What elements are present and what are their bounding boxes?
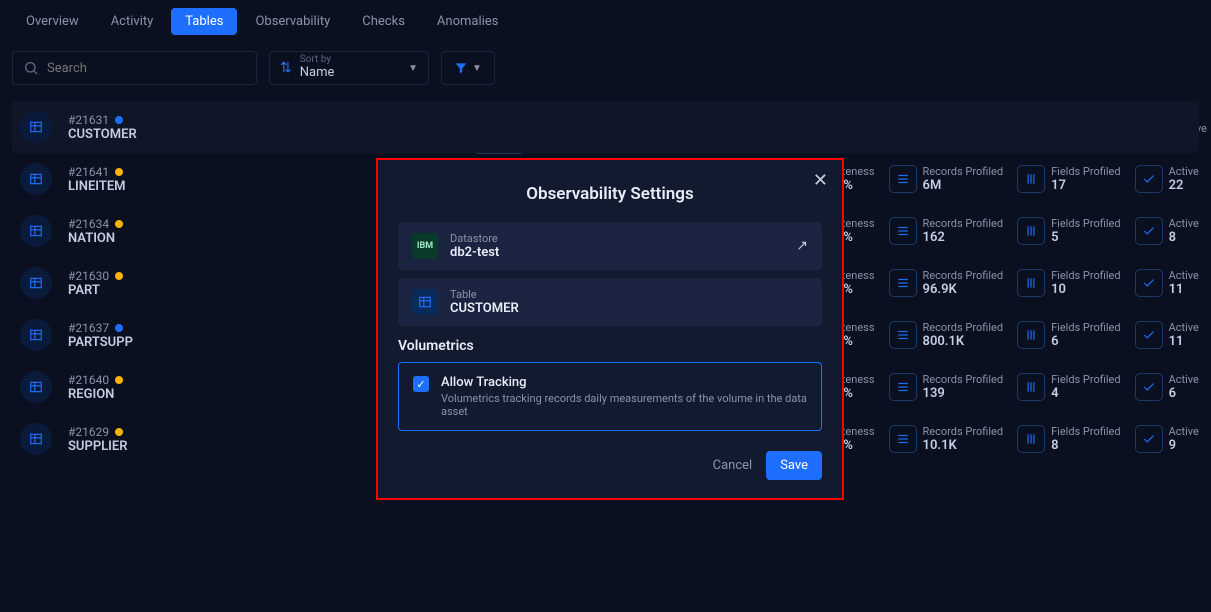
tab-anomalies[interactable]: Anomalies <box>423 8 512 35</box>
active-icon <box>1135 373 1163 401</box>
sort-label: Sort by <box>300 55 400 65</box>
status-dot <box>115 168 123 176</box>
table-row[interactable]: #21631 CUSTOMER <box>12 101 1199 153</box>
row-stats: eteness2% Records Profiled10.1K Fields P… <box>832 425 1203 453</box>
datastore-value: db2-test <box>450 245 499 260</box>
toolbar: ⇅ Sort by Name ▼ ▼ <box>0 43 1211 101</box>
datastore-label: Datastore <box>450 232 499 245</box>
table-label: Table <box>450 288 519 301</box>
tab-overview[interactable]: Overview <box>12 8 93 35</box>
filter-button[interactable]: ▼ <box>441 51 495 85</box>
table-icon <box>20 163 52 195</box>
allow-tracking-option[interactable]: ✓ Allow Tracking Volumetrics tracking re… <box>398 362 822 431</box>
table-icon <box>20 423 52 455</box>
filter-icon <box>454 61 468 75</box>
observability-settings-modal: ✕ Observability Settings IBM Datastore d… <box>376 158 844 500</box>
allow-tracking-checkbox[interactable]: ✓ <box>413 376 429 392</box>
fields-icon <box>1017 165 1045 193</box>
records-icon <box>889 165 917 193</box>
row-stats: eteness5% Records Profiled800.1K Fields … <box>832 321 1203 349</box>
row-stats: eteness3% Records Profiled162 Fields Pro… <box>832 217 1203 245</box>
records-icon <box>889 425 917 453</box>
tab-observability[interactable]: Observability <box>241 8 344 35</box>
fields-icon <box>1017 269 1045 297</box>
allow-tracking-desc: Volumetrics tracking records daily measu… <box>441 392 807 418</box>
tab-tables[interactable]: Tables <box>171 8 237 35</box>
chevron-down-icon: ▼ <box>408 63 418 74</box>
sort-dropdown[interactable]: ⇅ Sort by Name ▼ <box>269 51 429 85</box>
active-icon <box>1135 321 1163 349</box>
records-icon <box>889 217 917 245</box>
status-dot <box>115 376 123 384</box>
close-button[interactable]: ✕ <box>813 170 828 191</box>
records-icon <box>889 269 917 297</box>
status-dot <box>115 220 123 228</box>
records-icon <box>889 321 917 349</box>
sort-icon: ⇅ <box>280 60 292 76</box>
open-link-icon[interactable]: ↗ <box>796 238 808 254</box>
table-icon <box>20 111 52 143</box>
records-icon <box>889 373 917 401</box>
row-stats: eteness1% Records Profiled139 Fields Pro… <box>832 373 1203 401</box>
table-id: #21631 <box>68 113 1191 127</box>
chevron-down-icon: ▼ <box>472 63 482 74</box>
fields-icon <box>1017 373 1045 401</box>
table-icon <box>20 319 52 351</box>
fields-icon <box>1017 217 1045 245</box>
status-dot <box>115 272 123 280</box>
active-icon <box>1135 217 1163 245</box>
datastore-card[interactable]: IBM Datastore db2-test ↗ <box>398 222 822 270</box>
status-dot <box>115 428 123 436</box>
fields-icon <box>1017 425 1045 453</box>
tab-checks[interactable]: Checks <box>348 8 419 35</box>
search-box[interactable] <box>12 51 257 85</box>
tab-activity[interactable]: Activity <box>97 8 168 35</box>
table-value: CUSTOMER <box>450 301 519 316</box>
search-input[interactable] <box>47 61 246 76</box>
table-card: Table CUSTOMER <box>398 278 822 326</box>
table-name: CUSTOMER <box>68 127 1191 142</box>
tabs-bar: Overview Activity Tables Observability C… <box>0 0 1211 43</box>
cancel-button[interactable]: Cancel <box>713 458 753 473</box>
sort-value: Name <box>300 65 400 81</box>
active-icon <box>1135 165 1163 193</box>
row-stats: eteness8% Records Profiled96.9K Fields P… <box>832 269 1203 297</box>
active-icon <box>1135 269 1163 297</box>
fields-icon <box>1017 321 1045 349</box>
table-icon <box>20 371 52 403</box>
table-icon <box>412 289 438 315</box>
save-button[interactable]: Save <box>766 451 822 480</box>
active-icon <box>1135 425 1163 453</box>
row-stats: eteness8% Records Profiled6M Fields Prof… <box>832 165 1203 193</box>
status-dot <box>115 324 123 332</box>
status-dot <box>115 116 123 124</box>
volumetrics-title: Volumetrics <box>398 338 822 354</box>
modal-title: Observability Settings <box>398 184 822 204</box>
db2-icon: IBM <box>412 233 438 259</box>
table-icon <box>20 267 52 299</box>
allow-tracking-label: Allow Tracking <box>441 375 807 390</box>
table-icon <box>20 215 52 247</box>
search-icon <box>23 60 39 76</box>
